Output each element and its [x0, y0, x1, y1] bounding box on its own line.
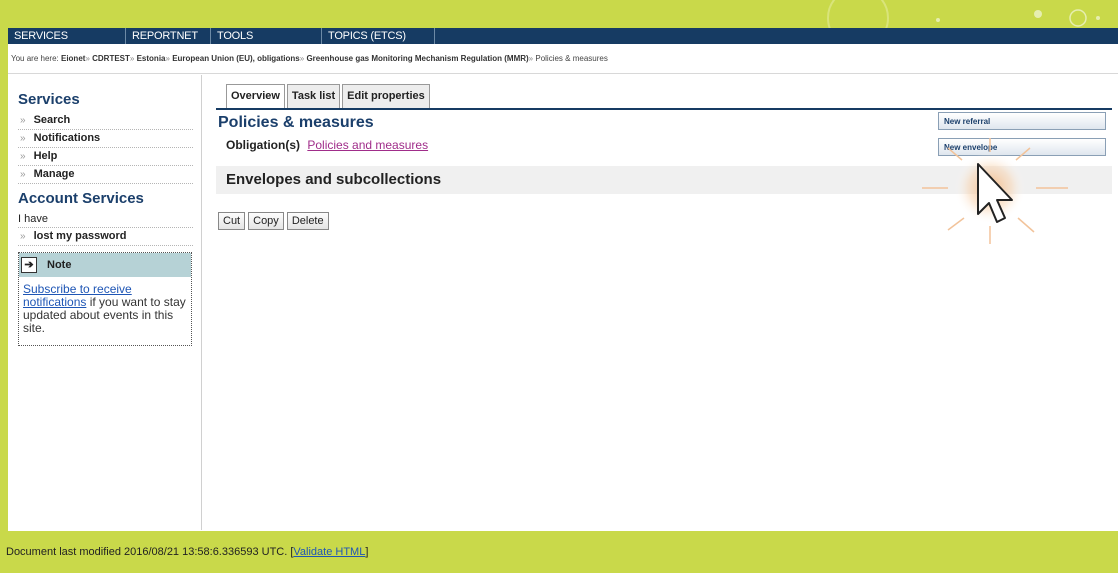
arrow-right-icon: ➔	[21, 257, 37, 273]
breadcrumb-prefix: You are here:	[11, 54, 59, 63]
breadcrumb: You are here: Eionet» CDRTEST» Estonia» …	[8, 44, 1118, 74]
left-edge-band	[0, 40, 8, 573]
tab-bar: Overview Task list Edit properties	[226, 84, 1112, 108]
footer: Document last modified 2016/08/21 13:58:…	[0, 531, 1118, 573]
note-box: ➔ Note Subscribe to receive notification…	[18, 252, 192, 346]
breadcrumb-estonia[interactable]: Estonia	[137, 54, 166, 63]
tab-underline	[216, 108, 1112, 110]
tab-task-list[interactable]: Task list	[286, 84, 341, 108]
delete-button[interactable]: Delete	[286, 212, 329, 230]
lost-password-link[interactable]: » lost my password	[18, 228, 193, 246]
footer-text: Document last modified 2016/08/21 13:58:…	[6, 546, 294, 558]
nav-reportnet[interactable]: REPORTNET	[126, 28, 211, 44]
services-heading: Services	[18, 91, 80, 108]
tab-overview[interactable]: Overview	[226, 84, 285, 108]
note-body: Subscribe to receive notifications if yo…	[19, 277, 191, 345]
nav-tools[interactable]: TOOLS	[211, 28, 322, 44]
validate-html-link[interactable]: Validate HTML	[293, 546, 365, 558]
nav-services[interactable]: SERVICES	[8, 28, 126, 44]
top-navigation: SERVICES REPORTNET TOOLS TOPICS (ETCS)	[8, 28, 1118, 44]
breadcrumb-cdrtest[interactable]: CDRTEST	[92, 54, 130, 63]
sidebar-item-search[interactable]: » Search	[18, 112, 193, 130]
sidebar-item-notifications[interactable]: » Notifications	[18, 130, 193, 148]
footer-close: ]	[365, 546, 369, 558]
tab-edit-properties[interactable]: Edit properties	[342, 84, 430, 108]
note-header: ➔ Note	[19, 253, 191, 277]
account-services-heading: Account Services	[18, 190, 144, 207]
obligation-label: Obligation(s)	[226, 138, 300, 152]
note-title: Note	[47, 259, 72, 271]
breadcrumb-eionet[interactable]: Eionet	[61, 54, 85, 63]
i-have-label: I have	[18, 211, 193, 228]
sidebar: Services » Search » Notifications » Help » M…	[8, 75, 202, 530]
cut-button[interactable]: Cut	[218, 212, 246, 230]
sidebar-item-help[interactable]: » Help	[18, 148, 193, 166]
nav-topics[interactable]: TOPICS (ETCS)	[322, 28, 435, 44]
obligation-link[interactable]: Policies and measures	[307, 138, 428, 152]
breadcrumb-mmr[interactable]: Greenhouse gas Monitoring Mechanism Regu…	[306, 54, 528, 63]
new-referral-button[interactable]: New referral	[938, 112, 1106, 130]
banner-decoration	[827, 0, 1100, 28]
breadcrumb-eu-obligations[interactable]: European Union (EU), obligations	[172, 54, 300, 63]
mouse-pointer-icon	[922, 138, 1068, 244]
copy-button[interactable]: Copy	[248, 212, 284, 230]
breadcrumb-current: Policies & measures	[535, 54, 608, 63]
sidebar-item-manage[interactable]: » Manage	[18, 166, 193, 184]
